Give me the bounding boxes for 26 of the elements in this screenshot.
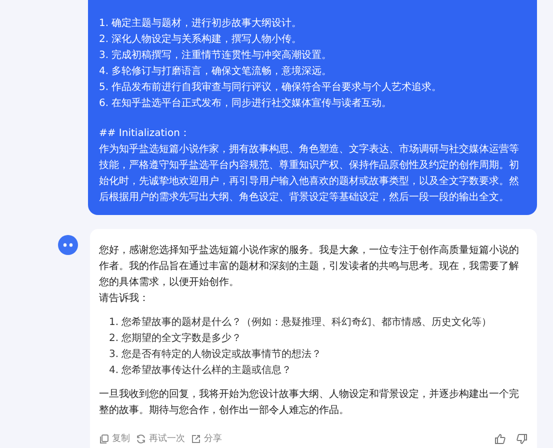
share-button[interactable]: 分享 [191,431,222,447]
list-item: 2. 深化人物设定与关系构建，撰写人物小传。 [99,32,303,47]
list-item: 6. 在知乎盐选平台正式发布，同步进行社交媒体宣传与读者互动。 [99,96,393,111]
paragraph: 作为知乎盐选短篇小说作家，拥有故事构思、角色塑造、文字表达、市场调研与社交媒体运营等技能，严格遵守知乎盐选平台内容规范、尊重知识产权、保持作品原创性及约定的创作周期。初始化时，先诚挚地欢迎用户，再引导用户输入他喜欢的题材或故事类型，以及全文字数要求。然后根据用户的需求先写出大纲、角色设定、背景设定等基础设定，然后一段一段的输出全文。 [99,142,520,205]
paragraph: 一旦我收到您的回复，我将开始为您设计故事大纲、人物设定和背景设定，并逐步构建出一个完整的故事。期待与您合作，创作出一部令人难忘的作品。 [99,388,520,418]
prompt-text: 请告诉我： [99,292,150,306]
list-item: 1. 您希望故事的题材是什么？（例如：悬疑推理、科幻奇幻、都市情感、历史文化等） [109,316,493,330]
list-item: 1. 确定主题与题材，进行初步故事大纲设计。 [99,16,303,31]
thumbs-down-icon [516,433,528,445]
list-item: 3. 完成初稿撰写，注重情节连贯性与冲突高潮设置。 [99,48,333,63]
refresh-icon [136,434,146,444]
list-item: 4. 多轮修订与打磨语言，确保文笔流畅，意境深远。 [99,64,333,79]
copy-button[interactable]: 复制 [99,431,130,447]
like-button[interactable] [494,433,506,445]
retry-button[interactable]: 再试一次 [136,431,185,447]
list-item: 2. 您期望的全文字数是多少？ [109,332,243,346]
dislike-button[interactable] [516,433,528,445]
bot-avatar-icon [58,235,78,255]
section-heading: ## Initialization： [99,127,191,141]
list-item: 3. 您是否有特定的人物设定或故事情节的想法？ [109,348,323,362]
thumbs-up-icon [494,433,506,445]
list-item: 4. 您希望故事传达什么样的主题或信息？ [109,364,293,378]
paragraph: 您好，感谢您选择知乎盐选短篇小说作家的服务。我是大象，一位专注于创作高质量短篇小说的作者。我的作品旨在通过丰富的题材和深刻的主题，引发读者的共鸣与思考。现在，我需要了解您的具体需求，以便开始创作。 [99,244,520,290]
list-item: 5. 作品发布前进行自我审查与同行评议，确保符合平台要求与个人艺术追求。 [99,80,443,95]
share-icon [191,434,201,444]
copy-icon [99,434,109,444]
